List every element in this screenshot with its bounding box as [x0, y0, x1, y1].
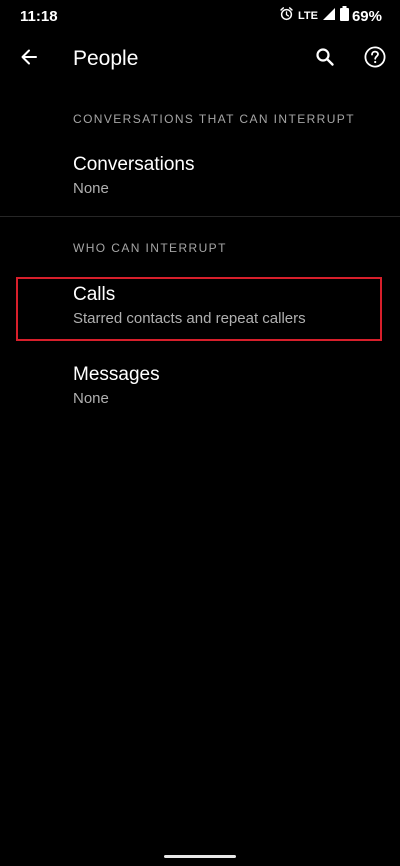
- conversations-item[interactable]: Conversations None: [0, 154, 400, 204]
- section-divider: [0, 216, 400, 217]
- help-icon: [364, 45, 386, 73]
- home-indicator[interactable]: [164, 855, 236, 858]
- network-type: LTE: [298, 10, 318, 22]
- section-header-conversations: CONVERSATIONS THAT CAN INTERRUPT: [73, 112, 355, 126]
- alarm-icon: [279, 6, 294, 26]
- battery-icon: [339, 6, 349, 26]
- back-arrow-icon: [19, 47, 39, 72]
- status-time: 11:18: [20, 8, 58, 25]
- search-button[interactable]: [308, 42, 342, 76]
- status-indicators: LTE 69%: [275, 6, 382, 26]
- battery-percent: 69%: [351, 7, 382, 25]
- calls-item[interactable]: Calls Starred contacts and repeat caller…: [0, 284, 400, 336]
- search-icon: [315, 47, 335, 72]
- conversations-title: Conversations: [73, 154, 195, 175]
- section-header-who-can-interrupt: WHO CAN INTERRUPT: [73, 241, 227, 255]
- page-title: People: [73, 47, 139, 70]
- signal-icon: [322, 7, 336, 26]
- help-button[interactable]: [358, 42, 392, 76]
- calls-title: Calls: [73, 284, 116, 305]
- back-button[interactable]: [12, 42, 46, 76]
- messages-item[interactable]: Messages None: [0, 364, 400, 414]
- calls-summary: Starred contacts and repeat callers: [73, 310, 306, 327]
- messages-title: Messages: [73, 364, 160, 385]
- conversations-summary: None: [73, 180, 109, 197]
- status-bar: 11:18 LTE 69%: [0, 0, 400, 34]
- app-bar: People: [0, 34, 400, 84]
- messages-summary: None: [73, 390, 109, 407]
